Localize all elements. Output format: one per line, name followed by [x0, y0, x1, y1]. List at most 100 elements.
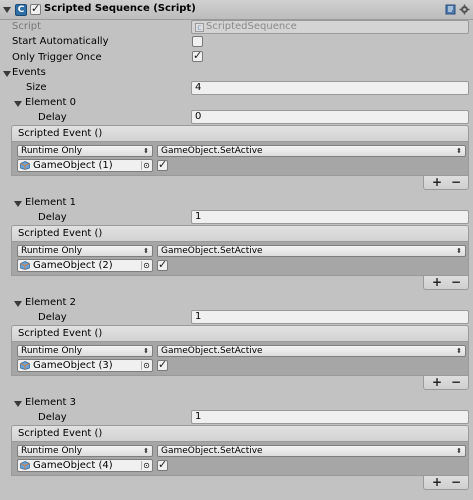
script-label: Script [12, 21, 42, 32]
dropdown-arrow-icon: ⬍ [456, 247, 462, 255]
function-dropdown-value: GameObject.SetActive [161, 346, 263, 356]
svg-text:C: C [197, 25, 201, 32]
start-automatically-label: Start Automatically [12, 36, 109, 47]
gear-icon[interactable] [459, 4, 470, 15]
list-controls: + − [423, 476, 469, 490]
runtime-dropdown-value: Runtime Only [21, 446, 83, 456]
scripted-event-body: Runtime Only ⬍ GameObject.SetActive ⬍ Ga… [11, 342, 469, 376]
scripted-event-header: Scripted Event () [11, 125, 469, 142]
only-trigger-once-checkbox[interactable] [192, 49, 203, 62]
delay-input[interactable]: 1 [191, 310, 469, 324]
scripted-event-header: Scripted Event () [11, 325, 469, 342]
remove-button[interactable]: − [451, 176, 461, 189]
add-button[interactable]: + [432, 176, 442, 189]
function-dropdown[interactable]: GameObject.SetActive ⬍ [157, 445, 466, 457]
element-label[interactable]: Element 1 [25, 197, 76, 208]
element-foldout-arrow[interactable] [14, 101, 22, 107]
gameobject-icon [20, 461, 30, 470]
argument-checkbox[interactable] [157, 358, 168, 371]
delay-label: Delay [38, 112, 67, 123]
element-foldout-arrow[interactable] [14, 401, 22, 407]
component-foldout-arrow[interactable] [3, 7, 11, 13]
remove-button[interactable]: − [451, 376, 461, 389]
gameobject-icon [20, 361, 30, 370]
only-trigger-once-label: Only Trigger Once [12, 52, 102, 63]
script-value: ScriptedSequence [206, 21, 297, 32]
dropdown-arrow-icon: ⬍ [143, 247, 149, 255]
dropdown-arrow-icon: ⬍ [456, 447, 462, 455]
target-object-field[interactable]: GameObject (3) ⊙ [17, 359, 153, 372]
argument-checkbox[interactable] [157, 158, 168, 171]
function-dropdown-value: GameObject.SetActive [161, 146, 263, 156]
size-label: Size [26, 82, 47, 93]
remove-button[interactable]: − [451, 276, 461, 289]
add-button[interactable]: + [432, 376, 442, 389]
scripted-event-body: Runtime Only ⬍ GameObject.SetActive ⬍ Ga… [11, 242, 469, 276]
target-object-field[interactable]: GameObject (1) ⊙ [17, 159, 153, 172]
element-label[interactable]: Element 2 [25, 297, 76, 308]
target-object-name: GameObject (1) [33, 160, 113, 171]
book-icon[interactable] [445, 4, 456, 15]
element-label[interactable]: Element 3 [25, 397, 76, 408]
delay-input[interactable]: 1 [191, 410, 469, 424]
runtime-dropdown[interactable]: Runtime Only ⬍ [17, 245, 153, 257]
object-picker-icon[interactable]: ⊙ [141, 261, 151, 270]
script-field: C ScriptedSequence [191, 20, 469, 34]
function-dropdown[interactable]: GameObject.SetActive ⬍ [157, 145, 466, 157]
component-enabled-checkbox[interactable] [30, 2, 41, 15]
add-button[interactable]: + [432, 276, 442, 289]
dropdown-arrow-icon: ⬍ [143, 447, 149, 455]
scripted-event-header: Scripted Event () [11, 425, 469, 442]
target-object-name: GameObject (2) [33, 260, 113, 271]
runtime-dropdown[interactable]: Runtime Only ⬍ [17, 145, 153, 157]
list-controls: + − [423, 176, 469, 190]
target-object-field[interactable]: GameObject (2) ⊙ [17, 259, 153, 272]
runtime-dropdown-value: Runtime Only [21, 146, 83, 156]
remove-button[interactable]: − [451, 476, 461, 489]
delay-input[interactable]: 1 [191, 210, 469, 224]
gameobject-icon [20, 161, 30, 170]
dropdown-arrow-icon: ⬍ [456, 147, 462, 155]
component-header: C Scripted Sequence (Script) [0, 0, 473, 20]
start-automatically-checkbox[interactable] [192, 36, 203, 47]
element-foldout-arrow[interactable] [14, 201, 22, 207]
add-button[interactable]: + [432, 476, 442, 489]
argument-checkbox[interactable] [157, 458, 168, 471]
script-icon: C [15, 4, 27, 16]
object-picker-icon[interactable]: ⊙ [141, 461, 151, 470]
target-object-name: GameObject (3) [33, 360, 113, 371]
runtime-dropdown-value: Runtime Only [21, 346, 83, 356]
scripted-event-body: Runtime Only ⬍ GameObject.SetActive ⬍ Ga… [11, 442, 469, 476]
function-dropdown-value: GameObject.SetActive [161, 246, 263, 256]
object-picker-icon[interactable]: ⊙ [141, 161, 151, 170]
delay-label: Delay [38, 312, 67, 323]
argument-checkbox[interactable] [157, 258, 168, 271]
runtime-dropdown[interactable]: Runtime Only ⬍ [17, 445, 153, 457]
dropdown-arrow-icon: ⬍ [143, 147, 149, 155]
object-picker-icon[interactable]: ⊙ [141, 361, 151, 370]
target-object-name: GameObject (4) [33, 460, 113, 471]
scripted-event-header: Scripted Event () [11, 225, 469, 242]
function-dropdown[interactable]: GameObject.SetActive ⬍ [157, 245, 466, 257]
delay-input[interactable]: 0 [191, 110, 469, 124]
events-foldout-arrow[interactable] [3, 71, 11, 77]
dropdown-arrow-icon: ⬍ [456, 347, 462, 355]
element-label[interactable]: Element 0 [25, 97, 76, 108]
list-controls: + − [423, 276, 469, 290]
events-label[interactable]: Events [12, 67, 46, 78]
dropdown-arrow-icon: ⬍ [143, 347, 149, 355]
list-controls: + − [423, 376, 469, 390]
runtime-dropdown-value: Runtime Only [21, 246, 83, 256]
runtime-dropdown[interactable]: Runtime Only ⬍ [17, 345, 153, 357]
scripted-event-body: Runtime Only ⬍ GameObject.SetActive ⬍ Ga… [11, 142, 469, 176]
element-foldout-arrow[interactable] [14, 301, 22, 307]
component-title: Scripted Sequence (Script) [44, 3, 196, 14]
delay-label: Delay [38, 412, 67, 423]
delay-label: Delay [38, 212, 67, 223]
size-input[interactable]: 4 [191, 81, 469, 95]
function-dropdown[interactable]: GameObject.SetActive ⬍ [157, 345, 466, 357]
function-dropdown-value: GameObject.SetActive [161, 446, 263, 456]
target-object-field[interactable]: GameObject (4) ⊙ [17, 459, 153, 472]
script-file-icon: C [195, 23, 204, 32]
gameobject-icon [20, 261, 30, 270]
